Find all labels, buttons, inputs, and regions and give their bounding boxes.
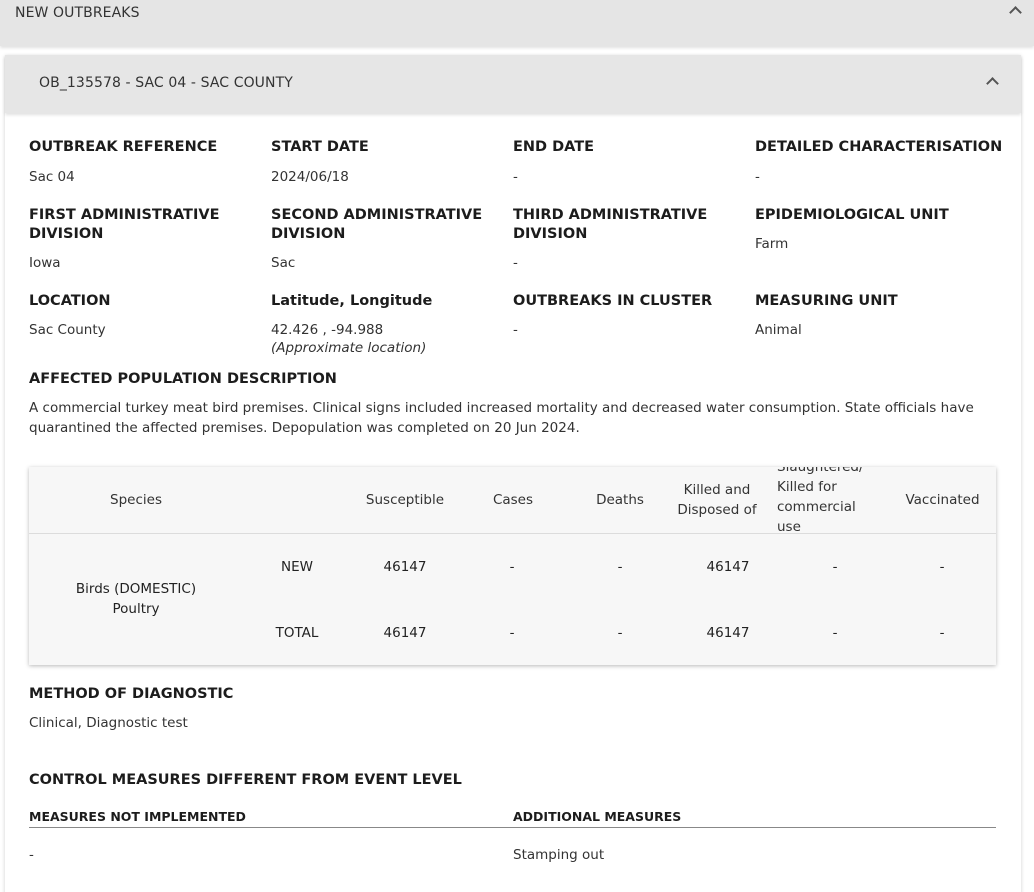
row-label-new: NEW (281, 559, 313, 575)
column-header-species: Species (110, 492, 162, 508)
method-of-diagnostic-label: METHOD OF DIAGNOSTIC (29, 686, 234, 702)
third-admin-division-value: - (513, 255, 518, 271)
species-line: Birds (DOMESTIC) (75, 581, 197, 597)
method-of-diagnostic-value: Clinical, Diagnostic test (29, 715, 188, 731)
additional-measures-value: Stamping out (513, 847, 605, 863)
total-slaughtered: - (832, 625, 838, 641)
additional-measures-label: ADDITIONAL MEASURES (513, 809, 682, 824)
outbreaks-in-cluster-label: OUTBREAKS IN CLUSTER (513, 293, 713, 309)
end-date-value: - (513, 169, 518, 185)
chevron-up-icon[interactable] (1009, 6, 1022, 19)
detailed-characterisation-label: DETAILED CHARACTERISATION (755, 139, 1003, 155)
header-divider (29, 533, 996, 534)
epidemiological-unit-value: Farm (755, 236, 789, 252)
new-deaths: - (617, 559, 623, 575)
label-line: DIVISION (271, 226, 346, 242)
start-date-label: START DATE (271, 139, 369, 155)
epidemiological-unit-label: EPIDEMIOLOGICAL UNIT (755, 207, 949, 223)
total-susceptible: 46147 (383, 625, 427, 641)
chevron-up-icon[interactable] (986, 77, 999, 90)
column-header-deaths: Deaths (596, 492, 644, 508)
label-line: DIVISION (29, 226, 104, 242)
total-cases: - (509, 625, 515, 641)
outbreaks-in-cluster-value: - (513, 322, 518, 338)
measuring-unit-label: MEASURING UNIT (755, 293, 898, 309)
location-label: LOCATION (29, 293, 111, 309)
new-cases: - (509, 559, 515, 575)
measures-not-implemented-value: - (29, 847, 34, 863)
lat-long-label: Latitude, Longitude (271, 293, 433, 309)
total-killed: 46147 (706, 625, 750, 641)
column-header-cases: Cases (492, 492, 534, 508)
slaughtered-header-text: Slaughtered/ Killed for commercial use (777, 467, 864, 533)
affected-population-text: A commercial turkey meat bird premises. … (29, 400, 974, 436)
label-line: DIVISION (513, 226, 588, 242)
second-admin-division-value: Sac (271, 255, 296, 271)
new-vaccinated: - (939, 559, 945, 575)
new-slaughtered: - (832, 559, 838, 575)
section-title: NEW OUTBREAKS (15, 5, 140, 21)
outbreak-card-header[interactable]: OB_135578 - SAC 04 - SAC COUNTY (5, 55, 1021, 113)
outbreak-title: OB_135578 - SAC 04 - SAC COUNTY (39, 75, 293, 91)
start-date-value: 2024/06/18 (271, 169, 349, 185)
species-cell: Birds (DOMESTIC) Poultry (29, 579, 243, 619)
label-line: THIRD ADMINISTRATIVE (513, 207, 708, 223)
third-admin-division-label: THIRD ADMINISTRATIVE DIVISION (513, 206, 707, 244)
total-deaths: - (617, 625, 623, 641)
column-header-susceptible: Susceptible (365, 492, 445, 508)
population-table: Species Susceptible Cases Deaths Killed … (29, 467, 996, 665)
outbreak-reference-label: OUTBREAK REFERENCE (29, 139, 218, 155)
species-line: Poultry (112, 601, 160, 617)
location-value: Sac County (29, 322, 106, 338)
total-vaccinated: - (939, 625, 945, 641)
coordinates: 42.426 , -94.988 (271, 322, 384, 338)
measures-divider (29, 827, 996, 828)
end-date-label: END DATE (513, 139, 595, 155)
detailed-characterisation-value: - (755, 169, 760, 185)
column-header-slaughtered: Slaughtered/ Killed for commercial use (777, 467, 873, 533)
new-killed: 46147 (706, 559, 750, 575)
column-header-vaccinated: Vaccinated (905, 492, 980, 508)
measuring-unit-value: Animal (755, 322, 802, 338)
approximate-note: (Approximate location) (271, 340, 427, 356)
first-admin-division-label: FIRST ADMINISTRATIVE DIVISION (29, 206, 219, 244)
column-header-killed: Killed and Disposed of (677, 482, 757, 518)
new-outbreaks-section-header[interactable]: NEW OUTBREAKS (0, 0, 1034, 46)
outbreak-reference-value: Sac 04 (29, 169, 75, 185)
lat-long-value: 42.426 , -94.988 (Approximate location) (271, 321, 426, 357)
affected-population-label: AFFECTED POPULATION DESCRIPTION (29, 371, 337, 387)
control-measures-label: CONTROL MEASURES DIFFERENT FROM EVENT LE… (29, 772, 462, 788)
new-susceptible: 46147 (383, 559, 427, 575)
label-line: SECOND ADMINISTRATIVE (271, 207, 483, 223)
label-line: FIRST ADMINISTRATIVE (29, 207, 220, 223)
first-admin-division-value: Iowa (29, 255, 61, 271)
second-admin-division-label: SECOND ADMINISTRATIVE DIVISION (271, 206, 482, 244)
row-label-total: TOTAL (275, 625, 319, 641)
measures-not-implemented-label: MEASURES NOT IMPLEMENTED (29, 809, 246, 824)
